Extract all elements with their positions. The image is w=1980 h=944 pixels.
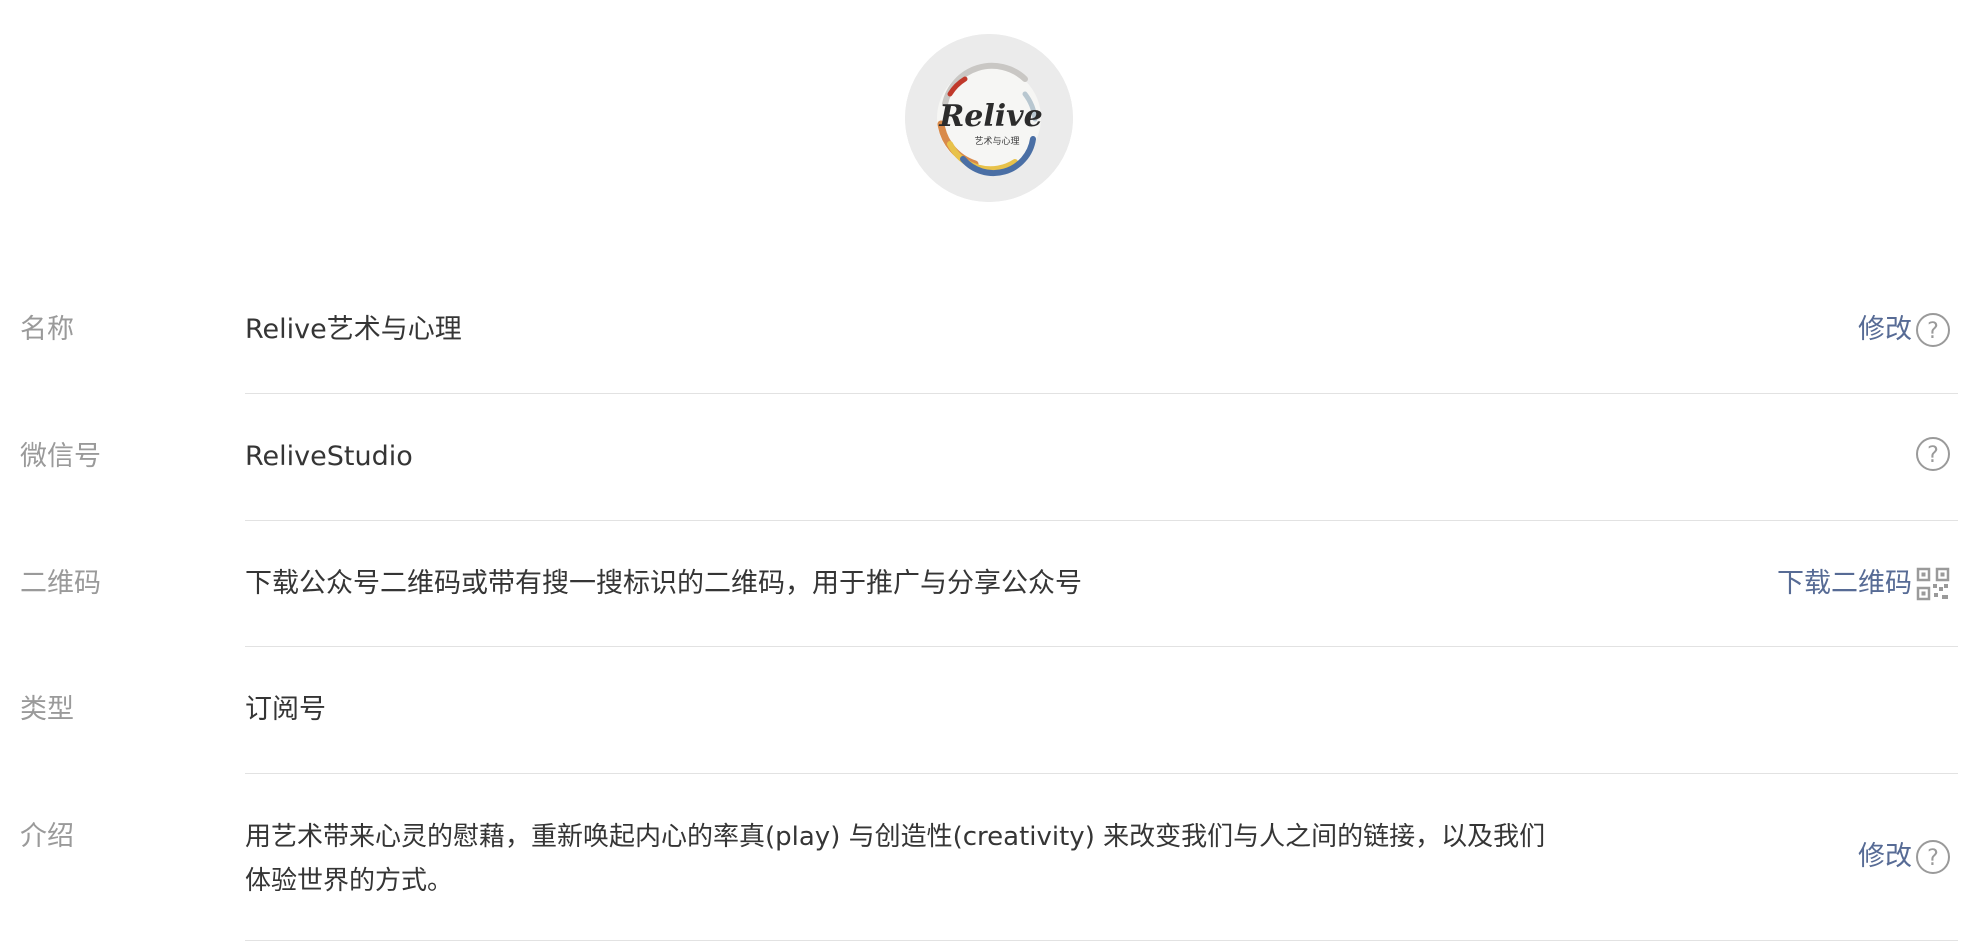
wechat-id-value: ReliveStudio <box>245 441 413 472</box>
name-value: Relive艺术与心理 <box>245 314 462 345</box>
divider <box>245 646 1958 647</box>
intro-label: 介绍 <box>20 821 74 852</box>
svg-text:Relive: Relive <box>938 99 1042 134</box>
qrcode-description: 下载公众号二维码或带有搜一搜标识的二维码，用于推广与分享公众号 <box>245 568 1082 599</box>
qr-code-icon[interactable] <box>1916 567 1950 601</box>
name-label: 名称 <box>20 314 74 345</box>
wechat-id-actions: ? <box>1916 437 1950 471</box>
divider <box>245 773 1958 774</box>
divider <box>245 940 1958 941</box>
edit-intro-link[interactable]: 修改 <box>1858 837 1912 877</box>
qrcode-label: 二维码 <box>20 568 101 599</box>
help-icon[interactable]: ? <box>1916 840 1950 874</box>
svg-text:?: ? <box>1927 846 1939 871</box>
type-value: 订阅号 <box>245 694 326 725</box>
relive-logo: Relive 艺术与心理 <box>905 34 1073 202</box>
svg-text:艺术与心理: 艺术与心理 <box>974 135 1019 147</box>
divider <box>245 393 1958 394</box>
help-icon[interactable]: ? <box>1916 313 1950 347</box>
type-label: 类型 <box>20 694 74 725</box>
divider <box>245 520 1958 521</box>
svg-text:?: ? <box>1927 443 1939 468</box>
download-qrcode-link[interactable]: 下载二维码 <box>1777 564 1912 604</box>
intro-value-line2: 体验世界的方式。 <box>245 866 454 896</box>
qrcode-actions: 下载二维码 <box>1777 564 1950 604</box>
edit-name-link[interactable]: 修改 <box>1858 310 1912 350</box>
svg-text:?: ? <box>1927 319 1939 344</box>
wechat-id-label: 微信号 <box>20 441 101 472</box>
name-actions: 修改 ? <box>1858 310 1950 350</box>
intro-value-line1: 用艺术带来心灵的慰藉，重新唤起内心的率真(play) 与创造性(creativi… <box>245 822 1546 852</box>
account-avatar[interactable]: Relive 艺术与心理 <box>905 34 1073 202</box>
help-icon[interactable]: ? <box>1916 437 1950 471</box>
intro-actions: 修改 ? <box>1858 837 1950 877</box>
